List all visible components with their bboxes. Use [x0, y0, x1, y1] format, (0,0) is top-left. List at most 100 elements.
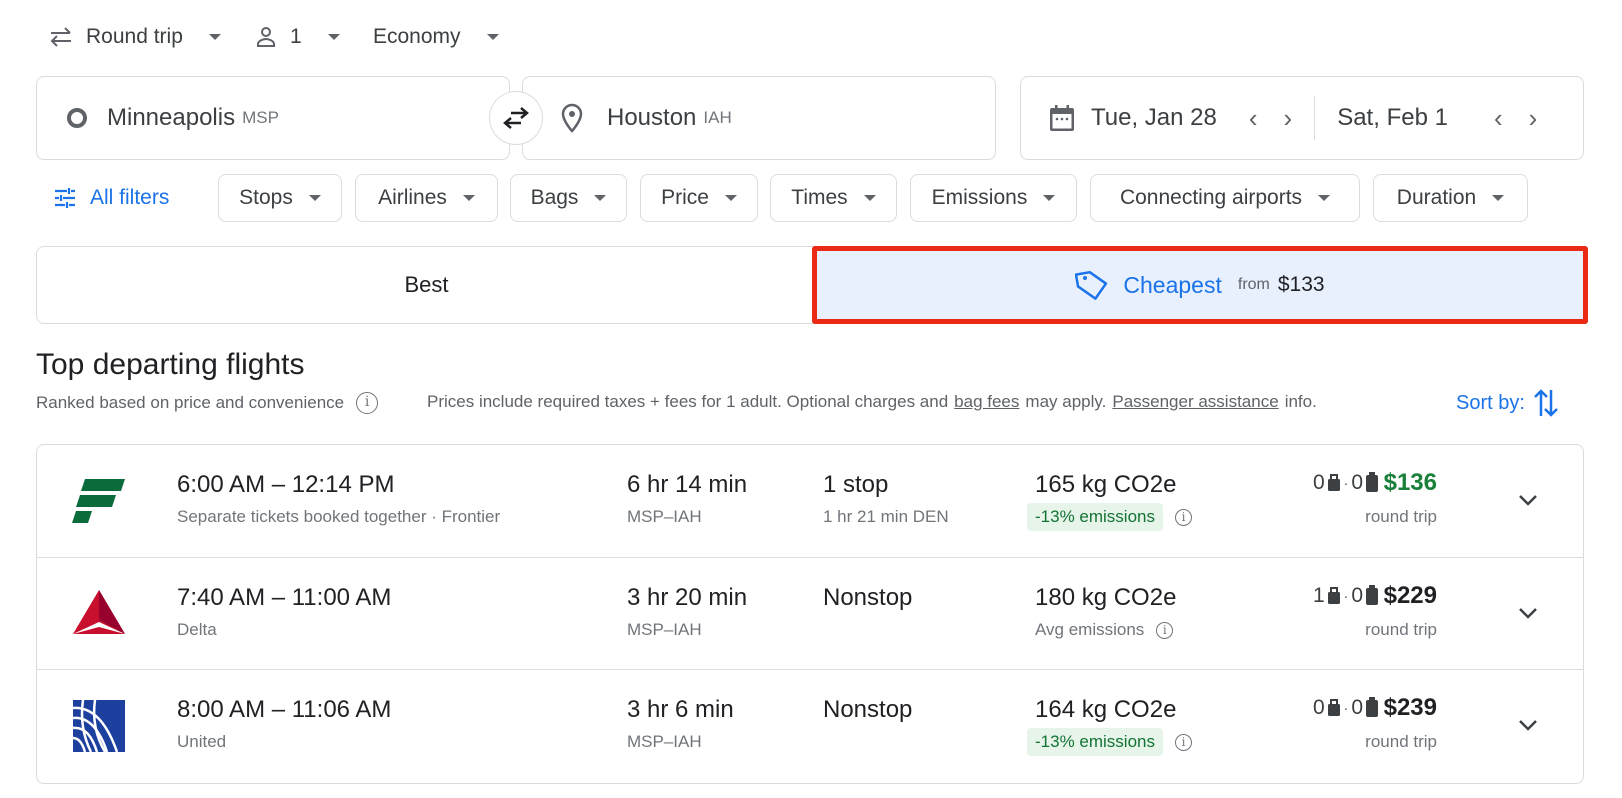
origin-circle-icon	[67, 108, 87, 128]
date-picker[interactable]: Tue, Jan 28 ‹ › Sat, Feb 1 ‹ ›	[1020, 76, 1584, 160]
all-filters-label: All filters	[90, 186, 170, 209]
frontier-logo-icon	[72, 479, 125, 523]
location-pin-icon	[561, 103, 583, 133]
sort-by-label: Sort by:	[1456, 391, 1525, 414]
cabin-class-select[interactable]: Economy	[373, 20, 499, 54]
price-type: round trip	[1365, 620, 1437, 639]
flight-layover: 1 hr 21 min DEN	[823, 507, 949, 526]
ranking-label: Ranked based on price and convenience	[36, 393, 345, 412]
expand-chevron-icon[interactable]	[1513, 485, 1543, 515]
chip-label: Connecting airports	[1119, 186, 1303, 209]
emissions-label: Avg emissions	[1035, 620, 1145, 639]
delta-logo-icon	[73, 590, 125, 634]
carry-on-count: 1	[1312, 584, 1325, 607]
flight-times: 8:00 AM – 11:06 AM	[177, 696, 392, 723]
flight-price: $136	[1383, 469, 1437, 496]
filter-price[interactable]: Price	[640, 174, 758, 222]
flight-duration: 3 hr 20 min	[627, 584, 748, 611]
depart-prev-button[interactable]: ‹	[1249, 103, 1258, 134]
tab-best[interactable]: Best	[36, 246, 816, 324]
expand-chevron-icon[interactable]	[1513, 598, 1543, 628]
dropdown-arrow-icon	[863, 195, 876, 201]
info-icon[interactable]: i	[1156, 621, 1174, 639]
sort-by-button[interactable]: Sort by:	[1456, 388, 1559, 418]
dropdown-arrow-icon	[594, 195, 607, 201]
carry-on-bag-icon	[1327, 587, 1340, 604]
flight-route: MSP–IAH	[627, 620, 702, 639]
cheapest-from-label: from	[1237, 276, 1270, 293]
flight-airline: Delta	[177, 620, 217, 639]
destination-input[interactable]: Houston IAH	[522, 76, 996, 160]
carry-on-count: 0	[1312, 696, 1325, 719]
bag-fees-link[interactable]: bag fees	[954, 392, 1019, 412]
emissions-badge: -13% emissions	[1027, 503, 1163, 531]
flight-times: 6:00 AM – 12:14 PM	[177, 471, 395, 498]
checked-bag-icon	[1366, 585, 1378, 605]
passenger-assistance-link[interactable]: Passenger assistance	[1112, 392, 1278, 412]
destination-city: Houston	[607, 104, 697, 131]
prices-note-text: info.	[1284, 392, 1317, 411]
filter-airlines[interactable]: Airlines	[355, 174, 498, 222]
filter-connecting-airports[interactable]: Connecting airports	[1090, 174, 1360, 222]
dropdown-arrow-icon	[208, 34, 221, 40]
chip-label: Stops	[239, 186, 293, 209]
depart-next-button[interactable]: ›	[1284, 103, 1293, 134]
carry-on-count: 0	[1312, 471, 1325, 494]
depart-date[interactable]: Tue, Jan 28	[1091, 104, 1217, 132]
checked-bag-icon	[1366, 472, 1378, 492]
chip-label: Duration	[1396, 186, 1477, 209]
date-divider	[1314, 96, 1316, 140]
dropdown-arrow-icon	[462, 195, 475, 201]
bag-separator: ·	[1343, 588, 1349, 604]
return-next-button[interactable]: ›	[1529, 103, 1538, 134]
flight-list: 6:00 AM – 12:14 PM Separate tickets book…	[36, 444, 1584, 784]
all-filters-button[interactable]: All filters	[54, 174, 169, 222]
expand-chevron-icon[interactable]	[1513, 710, 1543, 740]
filter-bags[interactable]: Bags	[510, 174, 627, 222]
flight-price: $229	[1383, 582, 1437, 609]
checked-bag-count: 0	[1351, 696, 1363, 719]
flight-route: MSP–IAH	[627, 732, 702, 751]
origin-code: MSP	[242, 108, 279, 127]
swap-locations-button[interactable]	[489, 91, 543, 145]
carry-on-bag-icon	[1327, 699, 1340, 716]
info-icon[interactable]: i	[1175, 508, 1192, 526]
flight-airline: United	[177, 732, 227, 751]
flight-stops: Nonstop	[823, 584, 913, 611]
prices-note: Prices include required taxes + fees for…	[427, 392, 1317, 412]
info-icon[interactable]: i	[356, 392, 379, 414]
price-tag-icon	[1075, 270, 1108, 300]
origin-input[interactable]: Minneapolis MSP	[36, 76, 510, 160]
checked-bag-count: 0	[1351, 471, 1363, 494]
flight-row[interactable]: 6:00 AM – 12:14 PM Separate tickets book…	[37, 445, 1583, 557]
flight-duration: 6 hr 14 min	[627, 471, 748, 498]
cheapest-price: $133	[1277, 273, 1325, 296]
passengers-select[interactable]: 1	[254, 20, 340, 54]
info-icon[interactable]: i	[1175, 733, 1192, 751]
flight-airline: Separate tickets booked together · Front…	[177, 507, 501, 526]
bag-allowance: 0 · 0	[1313, 696, 1379, 720]
filter-duration[interactable]: Duration	[1373, 174, 1528, 222]
filter-emissions[interactable]: Emissions	[910, 174, 1077, 222]
flight-row[interactable]: 8:00 AM – 11:06 AM United 3 hr 6 min MSP…	[37, 669, 1583, 781]
price-type: round trip	[1365, 732, 1437, 751]
filter-stops[interactable]: Stops	[218, 174, 342, 222]
trip-type-select[interactable]: Round trip	[48, 20, 221, 54]
return-prev-button[interactable]: ‹	[1494, 103, 1503, 134]
person-icon	[257, 27, 275, 47]
return-date[interactable]: Sat, Feb 1	[1337, 104, 1448, 132]
flight-co2: 165 kg CO2e	[1035, 471, 1177, 498]
swap-icon	[503, 107, 529, 129]
emissions-info: -13% emissions i	[1027, 728, 1192, 756]
flight-stops: 1 stop	[823, 471, 889, 498]
filter-times[interactable]: Times	[770, 174, 897, 222]
flight-route: MSP–IAH	[627, 507, 702, 526]
flight-stops: Nonstop	[823, 696, 913, 723]
calendar-icon	[1050, 105, 1074, 131]
section-title: Top departing flights	[36, 348, 305, 381]
price-type: round trip	[1365, 507, 1437, 526]
flight-row[interactable]: 7:40 AM – 11:00 AM Delta 3 hr 20 min MSP…	[37, 557, 1583, 669]
tab-cheapest[interactable]: Cheapest from $133	[812, 246, 1588, 324]
prices-note-text: may apply.	[1025, 392, 1107, 411]
sort-arrows-icon	[1534, 389, 1558, 417]
